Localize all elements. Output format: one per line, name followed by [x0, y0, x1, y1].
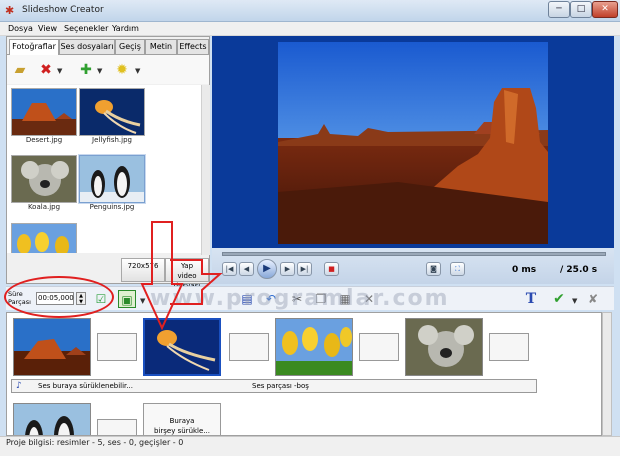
annotation-ellipse [4, 276, 114, 318]
menu-view[interactable]: View [38, 24, 57, 33]
storyboard-scrollbar[interactable] [602, 312, 612, 436]
current-time: 0 ms [512, 265, 537, 275]
photo-item[interactable]: Koala.jpg [9, 155, 79, 211]
add-icon[interactable]: ✚ [77, 61, 95, 79]
slide-penguins[interactable] [13, 403, 91, 435]
slide-koala[interactable] [405, 318, 483, 376]
menu-secenekler[interactable]: Seçenekler [64, 24, 108, 33]
app-icon: ✱ [5, 4, 15, 17]
transition-slot[interactable] [97, 333, 137, 361]
photo-thumbnail [11, 88, 77, 136]
slide-tulips[interactable] [275, 318, 353, 376]
tab-effects[interactable]: Effects [177, 39, 209, 54]
photo-item[interactable] [11, 223, 77, 253]
photo-item[interactable]: Penguins.jpg [77, 155, 147, 211]
photo-item[interactable]: Desert.jpg [9, 88, 79, 144]
music-note-icon: ♪ [16, 381, 22, 391]
slide-desert[interactable] [13, 318, 91, 376]
effect-dropdown-icon[interactable]: ▼ [135, 67, 140, 75]
stop-button[interactable]: ■ [324, 262, 339, 276]
transition-slot[interactable] [229, 333, 269, 361]
text-icon[interactable]: T [522, 290, 540, 308]
photo-label: Jellyfish.jpg [92, 136, 132, 144]
storyboard: ♪ Ses buraya sürüklenebilir... Ses parça… [6, 312, 602, 436]
minimize-button[interactable]: ─ [548, 1, 570, 18]
total-time: / 25.0 s [560, 265, 598, 275]
photo-label: Penguins.jpg [89, 203, 135, 211]
fullscreen-icon[interactable]: ⛶ [450, 262, 465, 276]
menu-dosya[interactable]: Dosya [8, 24, 33, 33]
prev-frame-button[interactable]: ◀ [239, 262, 254, 276]
drop-hint-line-1: Buraya [169, 417, 195, 425]
photo-thumbnail [79, 88, 145, 136]
next-frame-button[interactable]: ▶ [280, 262, 295, 276]
title-bar: ✱ Slideshow Creator ─ □ ✕ [0, 0, 620, 22]
menu-yardim[interactable]: Yardım [112, 24, 139, 33]
audio-drop-hint: Ses buraya sürüklenebilir... [38, 382, 133, 390]
menu-bar: Dosya View Seçenekler Yardım [0, 22, 620, 36]
snapshot-camera-icon[interactable]: ◙ [426, 262, 441, 276]
media-toolbar: ▰ ✖ ▼ ✚ ▼ ✹ ▼ [7, 54, 209, 84]
skip-end-button[interactable]: ▶| [297, 262, 312, 276]
confirm-dropdown-icon[interactable]: ▼ [572, 297, 577, 305]
playback-bar: |◀ ◀ ▶ ▶ ▶| ■ ◙ ⛶ 0 ms / 25.0 s [212, 248, 614, 284]
open-folder-icon[interactable]: ▰ [11, 61, 29, 79]
tab-gecis[interactable]: Geçiş [115, 39, 145, 54]
maximize-button[interactable]: □ [570, 1, 592, 18]
photo-thumbnail [79, 155, 145, 203]
photo-thumbnail [11, 155, 77, 203]
play-button[interactable]: ▶ [257, 259, 277, 279]
photo-item[interactable]: Jellyfish.jpg [77, 88, 147, 144]
confirm-icon[interactable]: ✔ [550, 290, 568, 308]
preview-image [278, 42, 548, 244]
drop-target[interactable]: Buraya birşey sürükle... [143, 403, 221, 435]
status-text: Proje bilgisi: resimler - 5, ses - 0, ge… [6, 438, 184, 447]
annotation-arrows [140, 221, 223, 331]
close-button[interactable]: ✕ [592, 1, 618, 18]
tools-icon[interactable]: ✘ [584, 290, 602, 308]
status-bar: Proje bilgisi: resimler - 5, ses - 0, ge… [0, 436, 620, 456]
tab-metin[interactable]: Metin [145, 39, 177, 54]
seek-slider[interactable] [222, 252, 606, 256]
audio-track[interactable]: ♪ Ses buraya sürüklenebilir... Ses parça… [11, 379, 537, 393]
photo-label: Koala.jpg [27, 203, 61, 211]
drop-hint-line-2: birşey sürükle... [154, 427, 210, 435]
delete-icon[interactable]: ✖ [37, 61, 55, 79]
preview-panel [212, 36, 614, 248]
transition-slot[interactable] [359, 333, 399, 361]
transition-slot[interactable] [97, 419, 137, 435]
tab-ses-dosyalari[interactable]: Ses dosyaları [59, 39, 115, 54]
photo-label: Desert.jpg [25, 136, 63, 144]
transition-slot[interactable] [489, 333, 529, 361]
audio-empty-label: Ses parçası -boş [252, 382, 309, 390]
window-title: Slideshow Creator [22, 5, 104, 15]
effect-star-icon[interactable]: ✹ [113, 61, 131, 79]
tab-fotograflar[interactable]: Fotoğraflar [9, 39, 59, 55]
add-dropdown-icon[interactable]: ▼ [97, 67, 102, 75]
delete-dropdown-icon[interactable]: ▼ [57, 67, 62, 75]
photo-thumbnail [11, 223, 77, 253]
